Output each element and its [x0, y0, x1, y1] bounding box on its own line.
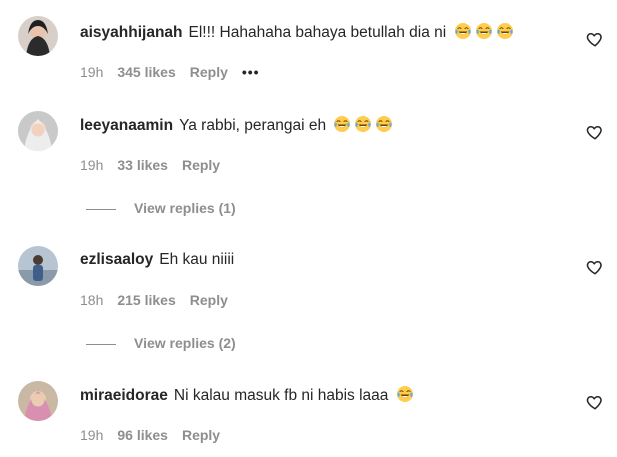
comment-line: miraeidorae Ni kalau masuk fb ni habis la… [80, 385, 414, 406]
face-with-tears-of-joy-icon [475, 22, 493, 40]
comment-line: aisyahhijanah El!!! Hahahaha bahaya betul… [80, 22, 514, 43]
face-with-tears-of-joy-icon [396, 385, 414, 403]
comment-likes[interactable]: 345 likes [117, 64, 175, 80]
comment-time: 19h [80, 64, 104, 80]
comment-time: 18h [80, 292, 104, 308]
comment-username[interactable]: aisyahhijanah [80, 24, 183, 41]
comment-text: El!!! Hahahaha bahaya betullah dia ni [188, 24, 447, 41]
comment-username[interactable]: miraeidorae [80, 387, 168, 404]
avatar[interactable] [18, 381, 58, 421]
face-with-tears-of-joy-icon [496, 22, 514, 40]
comment-time: 19h [80, 427, 104, 443]
heart-outline-icon[interactable] [586, 258, 604, 276]
comment-likes[interactable]: 33 likes [117, 157, 168, 173]
heart-outline-icon[interactable] [586, 393, 604, 411]
divider [86, 208, 116, 210]
face-with-tears-of-joy-icon [375, 115, 393, 133]
comment-likes[interactable]: 215 likes [117, 292, 175, 308]
view-replies-button[interactable]: View replies (1) [86, 200, 236, 216]
reply-button[interactable]: Reply [190, 64, 228, 80]
comment-line: leeyanaamin Ya rabbi, perangai eh [80, 115, 393, 136]
comment-meta: 19h 345 likes Reply ••• [80, 63, 274, 81]
avatar[interactable] [18, 246, 58, 286]
comment-likes[interactable]: 96 likes [117, 427, 168, 443]
comment-text: Ni kalau masuk fb ni habis laaa [173, 387, 389, 404]
comment-text: Eh kau niiii [159, 251, 235, 268]
reply-button[interactable]: Reply [182, 157, 220, 173]
avatar[interactable] [18, 111, 58, 151]
comment-username[interactable]: leeyanaamin [80, 117, 173, 134]
heart-outline-icon[interactable] [586, 123, 604, 141]
heart-outline-icon[interactable] [586, 30, 604, 48]
comment-meta: 18h 215 likes Reply [80, 291, 242, 309]
face-with-tears-of-joy-icon [454, 22, 472, 40]
reply-button[interactable]: Reply [190, 292, 228, 308]
view-replies-label[interactable]: View replies (2) [134, 335, 236, 351]
avatar[interactable] [18, 16, 58, 56]
divider [86, 343, 116, 345]
comment-username[interactable]: ezlisaaloy [80, 251, 153, 268]
comment-meta: 19h 96 likes Reply [80, 426, 234, 444]
view-replies-label[interactable]: View replies (1) [134, 200, 236, 216]
comment-text: Ya rabbi, perangai eh [179, 117, 327, 134]
more-options-icon[interactable]: ••• [242, 64, 260, 80]
face-with-tears-of-joy-icon [354, 115, 372, 133]
reply-button[interactable]: Reply [182, 427, 220, 443]
view-replies-button[interactable]: View replies (2) [86, 335, 236, 351]
face-with-tears-of-joy-icon [333, 115, 351, 133]
comment-time: 19h [80, 157, 104, 173]
comment-meta: 19h 33 likes Reply [80, 156, 234, 174]
comment-line: ezlisaaloy Eh kau niiii [80, 250, 234, 270]
